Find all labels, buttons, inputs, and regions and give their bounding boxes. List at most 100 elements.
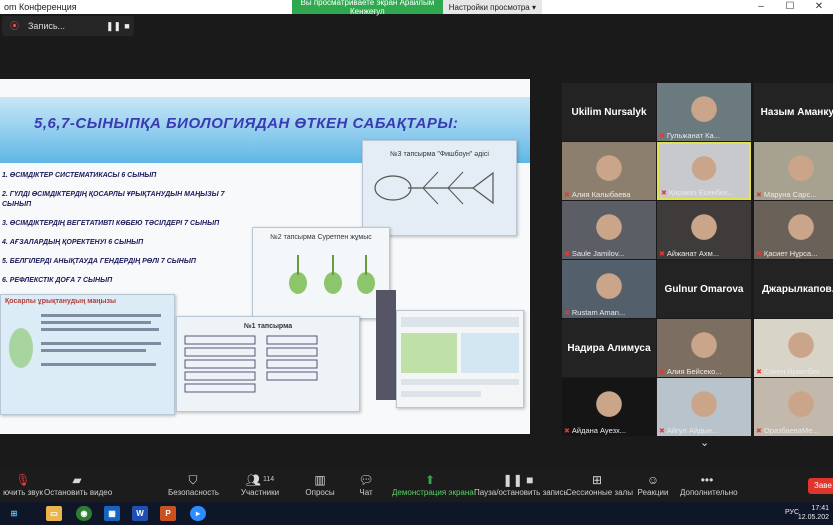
reactions-button[interactable]: ☺ Реакции bbox=[636, 472, 670, 497]
breakout-rooms-icon: ⊞ bbox=[591, 473, 603, 487]
maximize-icon[interactable]: ☐ bbox=[776, 0, 804, 14]
polls-button[interactable]: ▥ Опросы bbox=[303, 472, 337, 497]
windows-start-icon[interactable]: ⊞ bbox=[6, 506, 22, 521]
clock[interactable]: 17:41 12.05.202 bbox=[798, 504, 829, 522]
participant-tile[interactable]: Gulnur Omarova bbox=[657, 260, 751, 318]
participant-tile[interactable]: Ukilim Nursalyk bbox=[562, 83, 656, 141]
participant-name: Rustam Aman... bbox=[571, 308, 626, 317]
participant-label: ✖ Сакен Иркитбек bbox=[756, 367, 833, 376]
participant-name: Алия Калыбаева bbox=[571, 190, 631, 199]
participant-tile[interactable]: Надира Алимуса bbox=[562, 319, 656, 377]
participant-tile[interactable]: ✖ Айгул Айдын... bbox=[657, 378, 751, 436]
participant-label: ✖ Алия Калыбаева bbox=[564, 190, 654, 199]
participant-label: ✖ Қасиет Нұрса... bbox=[756, 249, 833, 258]
share-screen-button[interactable]: ⬆ Демонстрация экрана bbox=[392, 472, 474, 497]
topic-item: 4. АҒЗАЛАРДЫҢ ҚОРЕКТЕНУІ 6 СЫНЫП bbox=[2, 239, 144, 246]
participant-label: ✖ Айдана Ауезх... bbox=[564, 426, 654, 435]
os-taskbar: ⊞ ▭ ◉ ▦ W P ▸ РУС 17:41 12.05.202 bbox=[0, 502, 833, 525]
chat-button[interactable]: 💬︎ Чат bbox=[352, 472, 380, 497]
recording-icon: ⦿ bbox=[10, 21, 20, 31]
file-explorer-icon[interactable]: ▭ bbox=[46, 506, 62, 521]
participant-label: ✖ Алия Бейсеко... bbox=[659, 367, 749, 376]
share-message: Вы просматриваете экран Арайлым Кенжеғул bbox=[300, 0, 435, 16]
participant-tile[interactable]: ✖ Айжанат Ахм... bbox=[657, 201, 751, 259]
participant-tile[interactable]: ✖ Алия Бейсеко... bbox=[657, 319, 751, 377]
pause-recording-icon[interactable]: ❚❚ bbox=[106, 21, 121, 32]
participant-tile[interactable]: ✖ Гульжанат Ка... bbox=[657, 83, 751, 141]
mute-button[interactable]: 🎙︎ ючить звук bbox=[0, 472, 48, 497]
topic-item: 5. БЕЛГІЛЕРДІ АНЫҚТАУДА ГЕНДЕРДІҢ РӨЛІ 7… bbox=[2, 258, 196, 265]
pause-recording-label: Пауза/остановить запись bbox=[474, 488, 568, 497]
participant-tile[interactable]: ✖ Saule Jamilov... bbox=[562, 201, 656, 259]
stop-video-button[interactable]: ▰ Остановить видео bbox=[44, 472, 113, 497]
topic-list: 1. ӨСІМДІКТЕР СИСТЕМАТИКАСЫ 6 СЫНЫП 2. Г… bbox=[2, 171, 252, 295]
end-meeting-button[interactable]: Заве bbox=[808, 478, 833, 494]
fishbone-diagram bbox=[374, 171, 494, 205]
share-screen-label: Демонстрация экрана bbox=[392, 488, 474, 497]
slide-title: 5,6,7-СЫНЫПҚА БИОЛОГИЯДАН ӨТКЕН САБАҚТАР… bbox=[34, 115, 459, 132]
participant-tile[interactable]: ✖ Сакен Иркитбек bbox=[754, 319, 833, 377]
mic-muted-icon: ✖ bbox=[659, 250, 665, 258]
mute-label: ючить звук bbox=[3, 488, 43, 497]
participants-count: 114 bbox=[263, 476, 275, 483]
participant-label: ✖ ОразбаеваМе... bbox=[756, 426, 833, 435]
plants-task-card: №2 тапсырма Суретпен жұмыс bbox=[252, 227, 390, 319]
topic-item: 2. ГҮЛДІ ӨСІМДІКТЕРДІҢ ҚОСАРЛЫ ҰРЫҚТАНУД… bbox=[2, 191, 225, 208]
participant-tile[interactable]: Назым Аманку... bbox=[754, 83, 833, 141]
web-screenshot-card bbox=[396, 310, 524, 408]
powerpoint-icon[interactable]: P bbox=[160, 506, 176, 521]
store-icon[interactable]: ▦ bbox=[104, 506, 120, 521]
embedded-video-strip bbox=[376, 290, 396, 400]
clock-time: 17:41 bbox=[811, 505, 829, 512]
web-screenshot bbox=[401, 317, 519, 397]
breakout-rooms-button[interactable]: ⊞ Сессионные залы bbox=[566, 472, 633, 497]
task-table-title: №1 тапсырма bbox=[243, 323, 293, 330]
pause-recording-button[interactable]: ❚❚ ■ Пауза/остановить запись bbox=[474, 472, 568, 497]
zoom-icon[interactable]: ▸ bbox=[190, 506, 206, 521]
topic-item: 3. ӨСІМДІКТЕРДІҢ ВЕГЕТАТИВТІ КӨБЕЮ ТӘСІЛ… bbox=[2, 220, 220, 227]
participant-tile[interactable]: ✖ Алия Калыбаева bbox=[562, 142, 656, 200]
polls-icon: ▥ bbox=[314, 473, 326, 487]
mic-muted-icon: ✖ bbox=[659, 427, 665, 435]
close-icon[interactable]: ✕ bbox=[805, 0, 833, 14]
more-button[interactable]: ••• Дополнительно bbox=[680, 472, 738, 497]
meeting-toolbar: 🎙︎ ючить звук ▰ Остановить видео ⛉ Безопасн… bbox=[0, 470, 833, 502]
app-title: om Конференция bbox=[4, 2, 77, 12]
participants-icon: 👥︎ 114 bbox=[245, 473, 275, 487]
participant-name: Saule Jamilov... bbox=[571, 249, 625, 258]
chevron-down-icon[interactable]: ⌄ bbox=[700, 436, 709, 449]
participant-name: Ukilim Nursalyk bbox=[571, 106, 647, 118]
mic-muted-icon: ✖ bbox=[564, 250, 570, 258]
participant-label: ✖ Маруна Сарс... bbox=[756, 190, 833, 199]
shield-icon: ⛉ bbox=[188, 473, 198, 487]
participant-tile[interactable]: ✖ ОразбаеваМе... bbox=[754, 378, 833, 436]
participant-tile[interactable]: ✖ Маруна Сарс... bbox=[754, 142, 833, 200]
participant-tile[interactable]: ✖ Айдана Ауезх... bbox=[562, 378, 656, 436]
participant-tile[interactable]: ✖ Қаракөз Есенбек... bbox=[657, 142, 751, 200]
fishbone-card: №3 тапсырма "Фишбоун" әдісі bbox=[362, 140, 517, 236]
task-table-card: №1 тапсырма bbox=[176, 316, 360, 412]
participant-tile[interactable]: ✖ Rustam Aman... bbox=[562, 260, 656, 318]
participant-name: Айжанат Ахм... bbox=[666, 249, 720, 258]
participant-tile[interactable]: Джарылкапов... bbox=[754, 260, 833, 318]
fertilization-text-lines bbox=[9, 314, 161, 368]
participant-label: ✖ Saule Jamilov... bbox=[564, 249, 654, 258]
security-button[interactable]: ⛉ Безопасность bbox=[168, 472, 219, 497]
view-options-button[interactable]: Настройки просмотра ▾ bbox=[442, 0, 542, 14]
polls-label: Опросы bbox=[305, 488, 335, 497]
minimize-icon[interactable]: – bbox=[747, 0, 775, 14]
plants-card-title: №2 тапсырма Суретпен жұмыс bbox=[270, 234, 372, 241]
clock-date: 12.05.202 bbox=[797, 514, 829, 521]
participant-name: Сакен Иркитбек bbox=[763, 367, 820, 376]
participant-name: Маруна Сарс... bbox=[763, 190, 817, 199]
word-icon[interactable]: W bbox=[132, 506, 148, 521]
participant-name: Алия Бейсеко... bbox=[666, 367, 722, 376]
stop-video-label: Остановить видео bbox=[44, 488, 113, 497]
stop-recording-icon[interactable]: ■ bbox=[120, 21, 134, 31]
participants-button[interactable]: 👥︎ 114 Участники bbox=[238, 472, 282, 497]
screen-share-banner: Вы просматриваете экран Арайлым Кенжеғул… bbox=[292, 0, 542, 16]
participant-tile[interactable]: ✖ Қасиет Нұрса... bbox=[754, 201, 833, 259]
pause-stop-icon: ❚❚ ■ bbox=[502, 473, 534, 487]
chrome-icon[interactable]: ◉ bbox=[76, 506, 92, 521]
participant-name: Айдана Ауезх... bbox=[571, 426, 627, 435]
